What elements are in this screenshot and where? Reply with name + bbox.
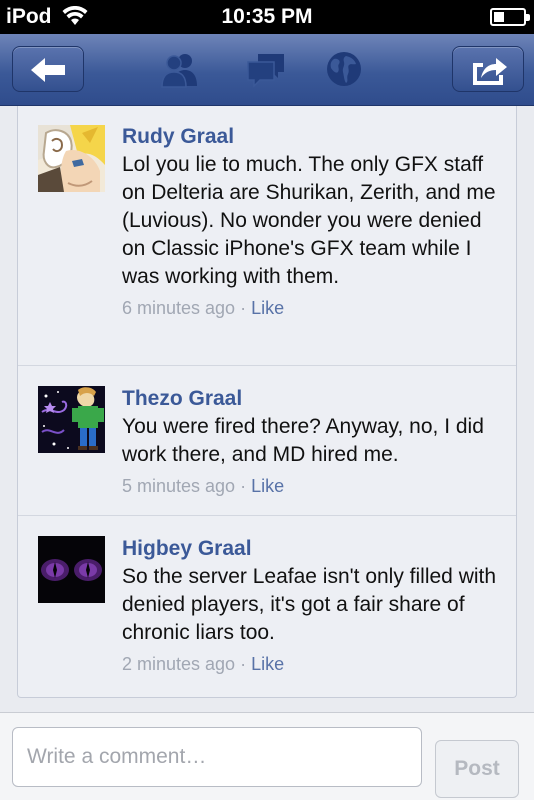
comment-author[interactable]: Rudy Graal: [122, 123, 500, 151]
comment-text: Lol you lie to much. The only GFX staff …: [122, 153, 496, 288]
post-button[interactable]: Post: [435, 740, 519, 798]
globe-icon[interactable]: [324, 50, 364, 88]
comment-composer: Post: [0, 712, 534, 800]
comment-item: Thezo Graal You were fired there? Anyway…: [18, 366, 516, 516]
comment-meta: 6 minutes ago · Like: [122, 295, 500, 321]
messages-icon[interactable]: [246, 50, 286, 88]
comment-text: You were fired there? Anyway, no, I did …: [122, 415, 484, 466]
comment-meta: 2 minutes ago · Like: [122, 651, 500, 677]
like-link[interactable]: Like: [251, 654, 284, 674]
battery-icon: [490, 8, 530, 26]
status-time: 10:35 PM: [221, 5, 313, 28]
comment-text: So the server Leafae isn't only filled w…: [122, 565, 497, 644]
friends-icon[interactable]: [160, 50, 200, 88]
comment-time: 2 minutes ago: [122, 654, 236, 674]
comment-body: Thezo Graal You were fired there? Anyway…: [122, 385, 500, 499]
comment-time: 5 minutes ago: [122, 476, 236, 496]
comments-list: Rudy Graal Lol you lie to much. The only…: [17, 106, 517, 698]
comment-item: Higbey Graal So the server Leafae isn't …: [18, 516, 516, 698]
share-icon: [473, 58, 507, 85]
status-bar: iPod 10:35 PM: [0, 0, 534, 34]
comment-body: Higbey Graal So the server Leafae isn't …: [122, 535, 500, 677]
like-link[interactable]: Like: [251, 298, 284, 318]
like-link[interactable]: Like: [251, 476, 284, 496]
nav-bar: [0, 34, 534, 106]
meta-separator: ·: [240, 654, 247, 674]
comment-body: Rudy Graal Lol you lie to much. The only…: [122, 123, 500, 321]
comment-input[interactable]: [12, 727, 422, 787]
back-button[interactable]: [12, 46, 84, 92]
comment-meta: 5 minutes ago · Like: [122, 473, 500, 499]
back-arrow-icon: [31, 58, 65, 82]
meta-separator: ·: [240, 476, 247, 496]
avatar[interactable]: [38, 125, 105, 192]
avatar[interactable]: [38, 386, 105, 453]
comment-author[interactable]: Thezo Graal: [122, 385, 500, 413]
share-button[interactable]: [452, 46, 524, 92]
comment-author[interactable]: Higbey Graal: [122, 535, 500, 563]
comment-time: 6 minutes ago: [122, 298, 236, 318]
avatar[interactable]: [38, 536, 105, 603]
comment-item: Rudy Graal Lol you lie to much. The only…: [18, 106, 516, 366]
meta-separator: ·: [240, 298, 247, 318]
